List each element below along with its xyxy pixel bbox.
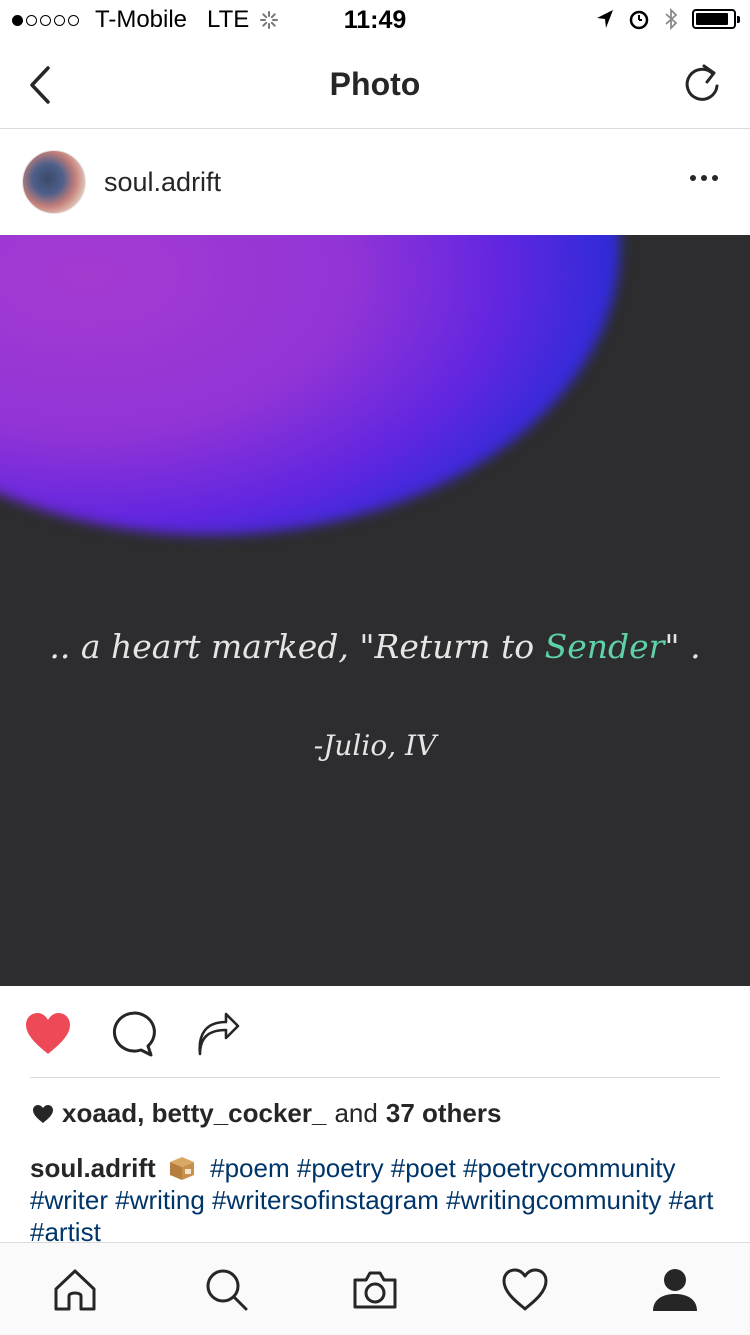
like-heart-icon[interactable]	[22, 1010, 74, 1058]
status-bar: T-Mobile LTE 11:49	[0, 0, 750, 40]
refresh-button[interactable]	[680, 62, 724, 106]
navigation-bar: Photo	[0, 40, 750, 129]
purple-glow-shape	[0, 235, 620, 535]
likes-and-text: and	[334, 1098, 378, 1128]
camera-icon[interactable]	[350, 1265, 400, 1315]
bluetooth-icon	[665, 7, 678, 31]
actions-divider	[30, 1077, 720, 1078]
alarm-icon	[629, 10, 649, 30]
search-icon[interactable]	[202, 1265, 252, 1315]
tab-bar	[0, 1242, 750, 1335]
more-options-icon[interactable]	[690, 175, 720, 185]
post-image[interactable]: .. a heart marked, "Return to Sender" . …	[0, 235, 750, 986]
post-username[interactable]: soul.adrift	[104, 167, 221, 198]
battery-icon	[692, 9, 740, 29]
quote-accent-word: Sender	[544, 627, 665, 666]
comment-icon[interactable]	[104, 1010, 156, 1058]
page-title: Photo	[329, 66, 421, 102]
liked-by-users[interactable]: xoaad, betty_cocker_	[62, 1098, 326, 1129]
package-box-icon	[169, 1157, 194, 1180]
share-icon[interactable]	[192, 1010, 244, 1058]
home-icon[interactable]	[50, 1265, 100, 1315]
image-quote-text: .. a heart marked, "Return to Sender" .	[49, 627, 701, 666]
avatar[interactable]	[22, 150, 86, 214]
post-caption: soul.adrift #poem #poetry #poet #poetryc…	[30, 1152, 720, 1248]
small-heart-icon	[33, 1104, 53, 1123]
location-arrow-icon	[597, 10, 613, 28]
post-header: soul.adrift	[0, 129, 750, 235]
likes-summary[interactable]: xoaad, betty_cocker_ and 37 others	[32, 1098, 501, 1129]
caption-username[interactable]: soul.adrift	[30, 1153, 156, 1183]
activity-heart-icon[interactable]	[500, 1265, 550, 1315]
likes-others-count[interactable]: 37 others	[386, 1098, 502, 1129]
post-actions	[0, 986, 750, 1078]
image-author-text: -Julio, IV	[313, 729, 437, 762]
profile-icon[interactable]	[650, 1265, 700, 1315]
